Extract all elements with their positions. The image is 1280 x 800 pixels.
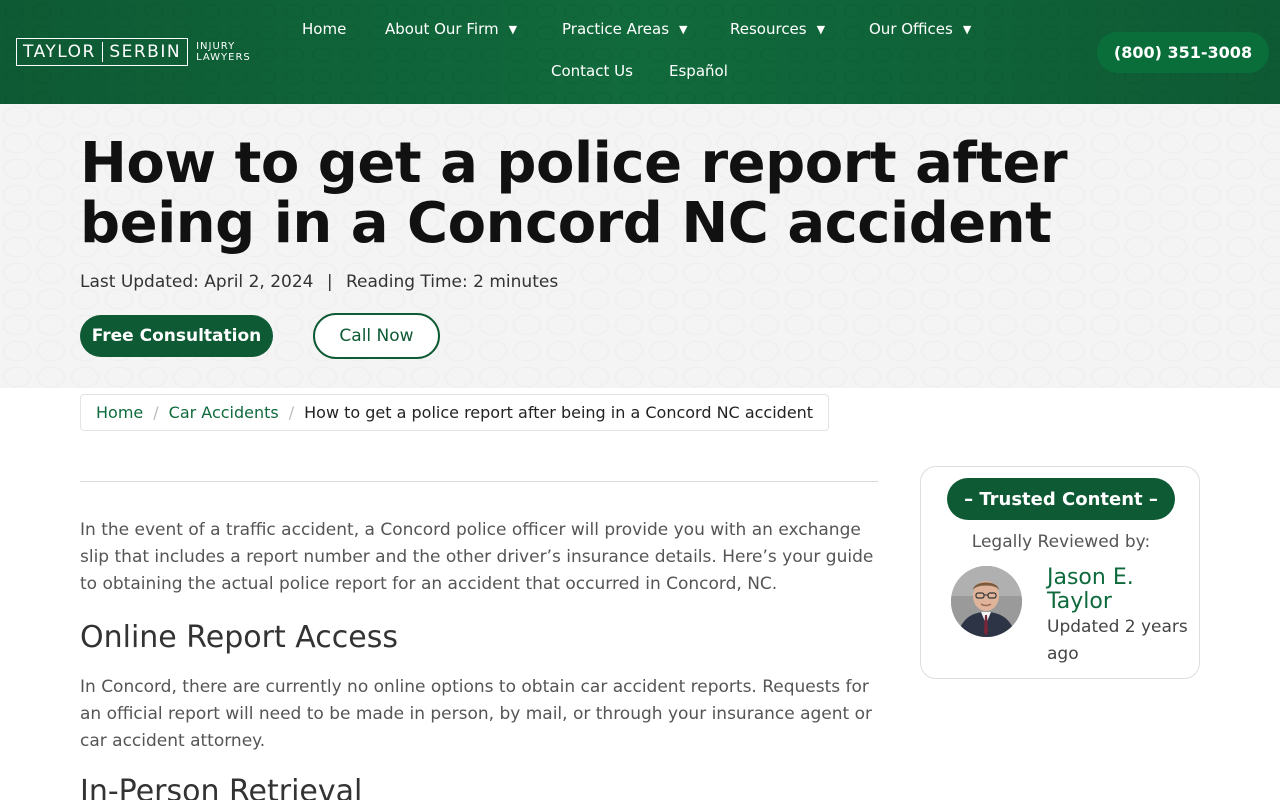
breadcrumb-separator: / [153,403,159,422]
site-logo[interactable]: TAYLOR SERBIN INJURY LAWYERS [16,38,251,66]
article-meta: Last Updated: April 2, 2024 | Reading Ti… [80,272,558,292]
nav-item-label: Practice Areas [562,20,670,38]
nav-item-about[interactable]: About Our Firm ▼ [385,20,517,38]
article-online-paragraph: In Concord, there are currently no onlin… [80,677,873,751]
nav-item-label: Home [302,20,347,38]
breadcrumb: Home / Car Accidents / How to get a poli… [80,394,830,431]
nav-item-contact[interactable]: Contact Us [551,62,633,80]
nav-item-label: Contact Us [551,62,633,80]
phone-button[interactable]: (800) 351-3008 [1097,32,1269,73]
logo-name-left: TAYLOR [23,42,96,62]
logo-name-right: SERBIN [109,42,182,62]
logo-sub-line2: LAWYERS [196,52,251,63]
review-updated-text: Updated 2 years ago [1047,617,1188,664]
breadcrumb-home-link[interactable]: Home [96,403,143,422]
author-name-link[interactable]: Jason E. Taylor [1047,566,1134,614]
breadcrumb-car-accidents-link[interactable]: Car Accidents [169,403,279,422]
reading-time: Reading Time: 2 minutes [346,272,559,292]
free-consultation-button[interactable]: Free Consultation [80,315,273,357]
caret-down-icon: ▼ [816,22,826,36]
nav-item-label: Resources [730,20,807,38]
site-header: TAYLOR SERBIN INJURY LAWYERS Home About … [0,0,1280,104]
nav-item-home[interactable]: Home [302,20,346,38]
article-intro: In the event of a traffic accident, a Co… [80,520,874,594]
nav-item-resources[interactable]: Resources ▼ [730,20,825,38]
author-name-line2: Taylor [1047,589,1112,614]
logo-divider [101,42,104,62]
trusted-content-card: – Trusted Content – Legally Reviewed by:… [920,466,1200,679]
nav-item-espanol[interactable]: Español [669,62,728,80]
breadcrumb-current: How to get a police report after being i… [304,403,814,422]
nav-item-practice-areas[interactable]: Practice Areas ▼ [562,20,687,38]
call-now-button[interactable]: Call Now [313,313,440,359]
last-updated: Last Updated: April 2, 2024 [80,272,314,292]
breadcrumb-separator: / [288,403,295,422]
nav-item-label: Español [669,62,728,80]
logo-subtitle: INJURY LAWYERS [196,41,251,63]
author-avatar[interactable] [951,566,1022,637]
person-photo-icon [951,566,1022,637]
meta-separator: | [326,272,333,292]
trusted-content-badge: – Trusted Content – [947,478,1175,520]
logo-sub-line1: INJURY [196,41,236,52]
reviewed-by-label: Legally Reviewed by: [971,532,1151,552]
page-title: How to get a police report after being i… [80,131,1068,256]
article-divider [80,481,878,482]
caret-down-icon: ▼ [508,22,518,36]
caret-down-icon: ▼ [679,22,688,36]
hero-section: How to get a police report after being i… [0,104,1280,388]
nav-item-label: Our Offices [869,20,953,38]
nav-item-offices[interactable]: Our Offices ▼ [869,20,971,38]
nav-item-label: About Our Firm [385,20,499,38]
caret-down-icon: ▼ [962,22,972,36]
heading-in-person-retrieval: In-Person Retrieval [80,774,363,800]
logo-wordmark: TAYLOR SERBIN [16,38,189,66]
author-name-line1: Jason E. [1047,565,1134,590]
heading-online-report-access: Online Report Access [80,620,398,655]
